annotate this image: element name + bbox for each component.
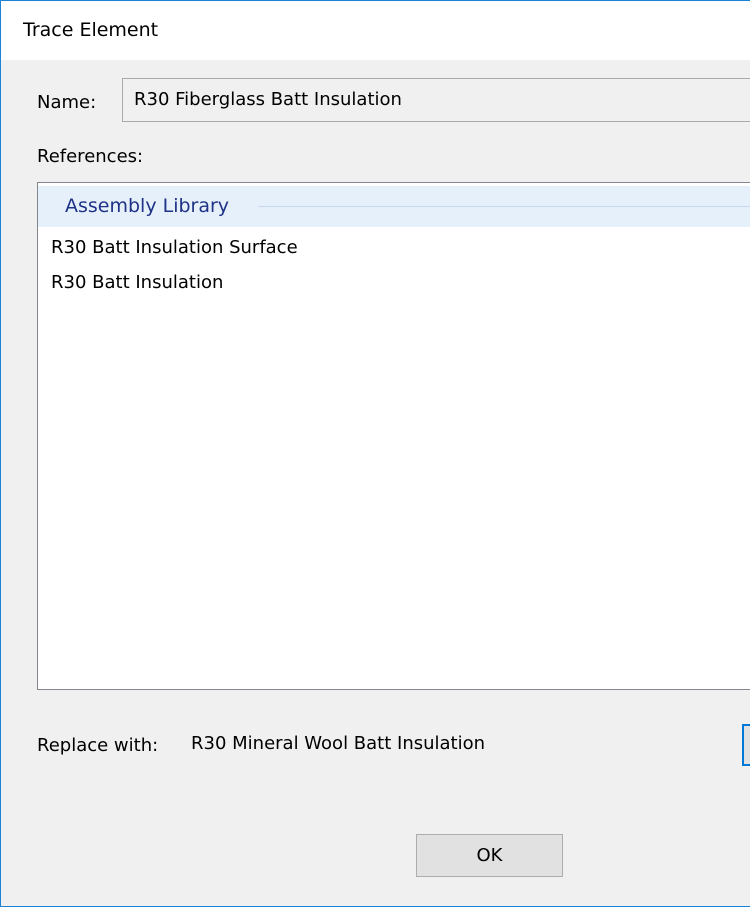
replace-with-label: Replace with: — [37, 735, 159, 756]
name-field-value: R30 Fiberglass Batt Insulation — [134, 89, 402, 110]
dialog-title-bar[interactable]: Trace Element — [1, 1, 750, 60]
list-item[interactable]: R30 Batt Insulation Surface — [51, 236, 298, 260]
group-title: Assembly Library — [65, 195, 230, 217]
dialog-body: Name: R30 Fiberglass Batt Insulation Ref… — [1, 60, 750, 906]
dialog-title: Trace Element — [23, 19, 159, 41]
ok-button[interactable]: OK — [416, 834, 563, 877]
group-header-assembly-library[interactable]: Assembly Library — [38, 186, 750, 227]
references-label: References: — [37, 146, 144, 167]
references-list[interactable]: Assembly Library R30 Batt Insulation Sur… — [37, 182, 750, 690]
trace-element-dialog: Trace Element Name: R30 Fiberglass Batt … — [0, 0, 750, 907]
name-label: Name: — [37, 92, 97, 113]
name-field[interactable]: R30 Fiberglass Batt Insulation — [122, 78, 750, 122]
list-item[interactable]: R30 Batt Insulation — [51, 271, 223, 295]
group-divider — [258, 206, 750, 207]
replace-with-value: R30 Mineral Wool Batt Insulation — [191, 733, 486, 754]
browse-button[interactable] — [742, 724, 750, 766]
